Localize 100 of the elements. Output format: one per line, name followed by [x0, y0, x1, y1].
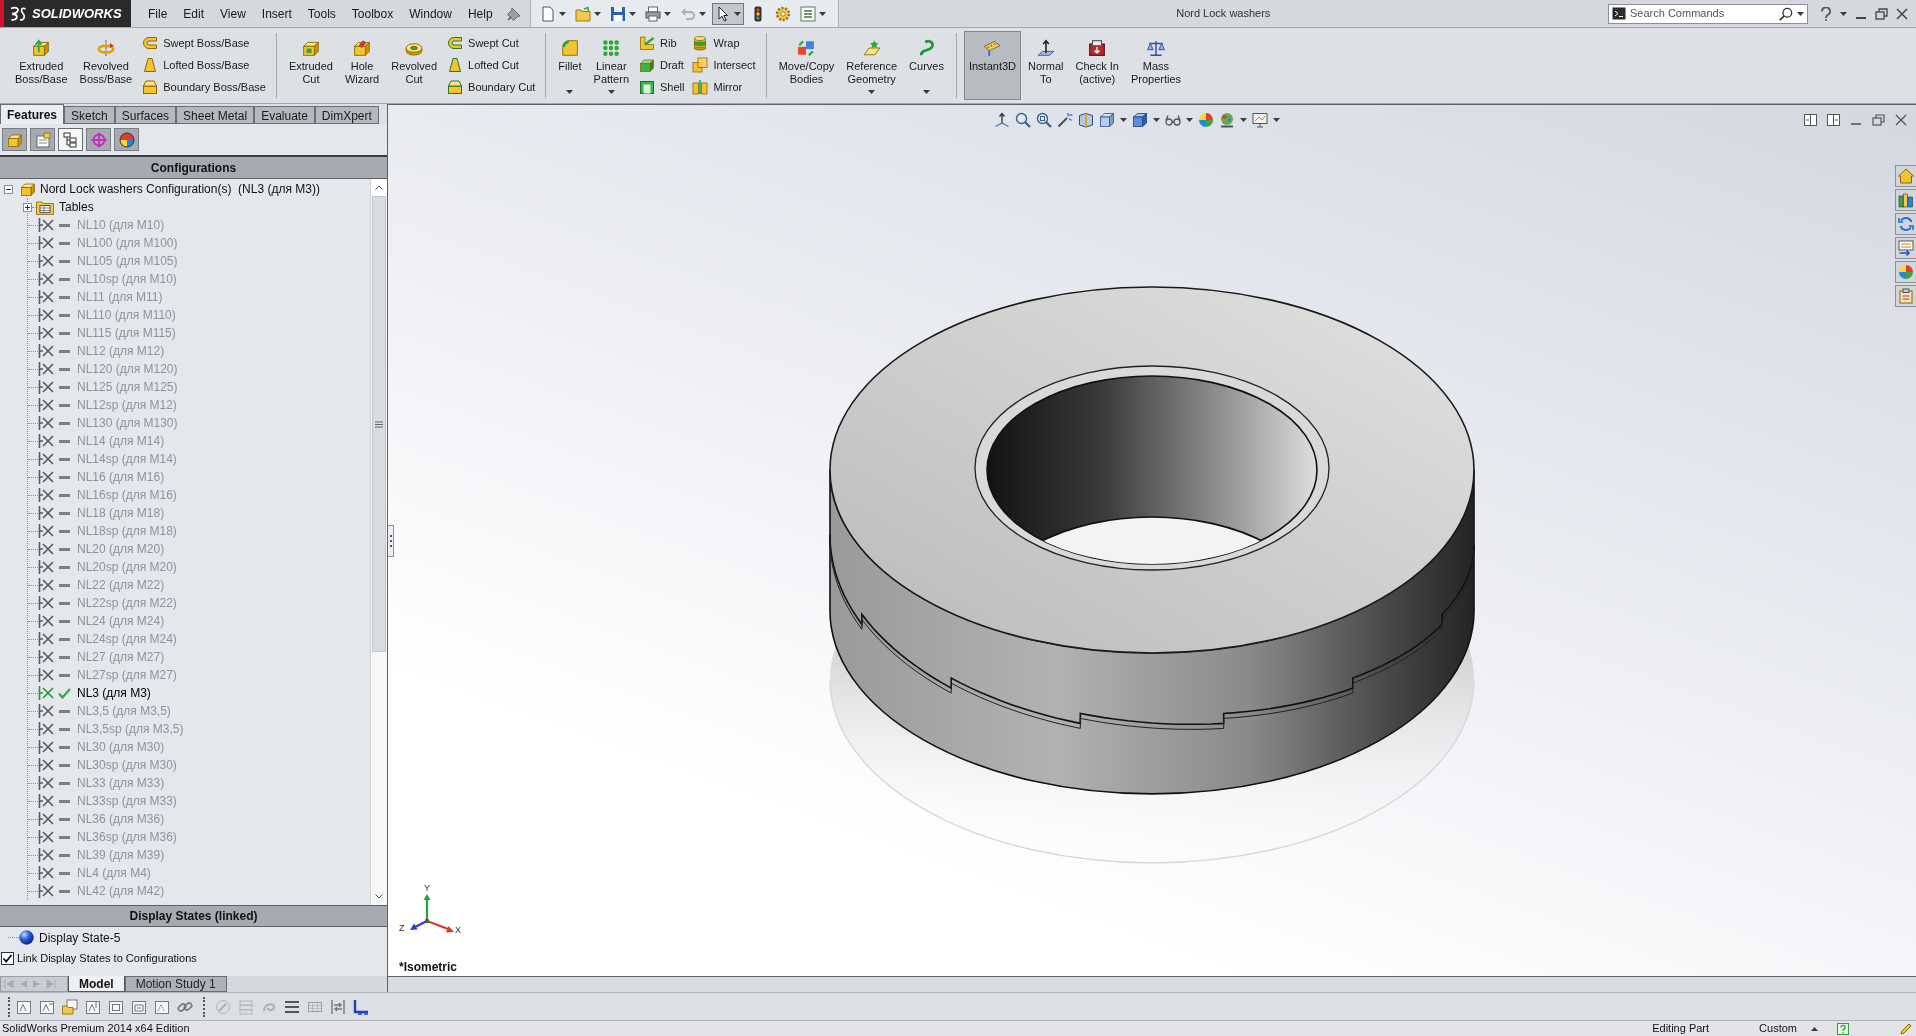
split-box-icon[interactable]	[1078, 112, 1094, 128]
checkbox[interactable]	[1, 952, 14, 965]
glasses-icon[interactable]	[1165, 112, 1181, 128]
ribbon-button[interactable]: Swept Cut	[444, 32, 539, 54]
cube-icon[interactable]	[1099, 112, 1115, 128]
scrollbar-thumb[interactable]	[372, 196, 386, 652]
menu-item[interactable]: Window	[401, 2, 460, 25]
up-arrow-icon[interactable]	[994, 112, 1010, 128]
axis-corner-icon[interactable]	[353, 998, 369, 1015]
tree-item[interactable]: Nord Lock washers Configuration(s) (NL3 (для M3))	[40, 180, 320, 198]
caret-icon[interactable]	[1120, 118, 1127, 122]
display-state-item[interactable]: Display State-5	[39, 928, 121, 947]
caret-icon[interactable]	[1240, 118, 1247, 122]
caret-icon[interactable]	[607, 90, 615, 94]
caret-icon[interactable]	[566, 90, 574, 94]
pin-icon[interactable]	[506, 6, 521, 21]
caret-icon[interactable]	[593, 11, 601, 16]
dot-grid-icon[interactable]	[602, 39, 621, 57]
tree-item[interactable]: Tables	[59, 198, 94, 216]
tab[interactable]: Surfaces	[114, 106, 177, 124]
restore-icon[interactable]	[1875, 7, 1888, 20]
tab[interactable]: Evaluate	[254, 106, 315, 124]
caret-icon[interactable]	[1273, 118, 1280, 122]
curve-icon[interactable]	[917, 39, 936, 57]
caret-icon[interactable]	[1840, 11, 1847, 16]
ribbon-button[interactable]: Check In (active)	[1070, 31, 1124, 100]
printer-icon[interactable]	[644, 5, 661, 22]
scroll-down-icon[interactable]	[375, 894, 383, 899]
frame-icon[interactable]	[16, 998, 32, 1015]
caret-icon[interactable]	[868, 90, 876, 94]
frame-icon[interactable]	[154, 998, 170, 1015]
ribbon-button[interactable]: Reference Geometry	[841, 31, 903, 100]
overlap-blocks-icon[interactable]	[692, 57, 709, 73]
menu-item[interactable]: Toolbox	[343, 2, 402, 25]
tab[interactable]: Motion Study 1	[124, 976, 227, 992]
rounded-block-icon[interactable]	[560, 39, 579, 57]
frame-icon[interactable]	[131, 998, 147, 1015]
ribbon-button[interactable]: Shell	[636, 76, 688, 98]
plus-box-icon[interactable]	[23, 202, 32, 212]
caret-icon[interactable]	[923, 90, 930, 94]
caret-icon[interactable]	[558, 11, 566, 16]
mirror-blocks-icon[interactable]	[692, 79, 709, 95]
search-icon[interactable]	[1779, 6, 1793, 21]
toolbar-button[interactable]	[711, 2, 744, 25]
close-icon[interactable]	[1896, 7, 1908, 20]
scale-icon[interactable]	[1146, 39, 1165, 57]
ribbon-button[interactable]: Lofted Cut	[444, 54, 539, 76]
tree-item[interactable]: NL3 (для M3)	[77, 684, 151, 702]
l-block-icon[interactable]	[639, 35, 655, 51]
ribbon-button[interactable]: Instant3D	[963, 31, 1021, 100]
ribbon-button[interactable]: Fillet	[553, 31, 587, 100]
ribbon-button[interactable]: Extruded Boss/Base	[10, 31, 73, 100]
ribbon-button[interactable]: Revolved Boss/Base	[74, 31, 138, 100]
ribbon-button[interactable]: Swept Boss/Base	[139, 32, 269, 54]
hollow-box-icon[interactable]	[639, 79, 655, 95]
tab[interactable]: Features	[0, 104, 65, 124]
color-ball-icon[interactable]	[1198, 112, 1214, 128]
scroll-up-icon[interactable]	[375, 185, 383, 190]
shaded-cube-icon[interactable]	[1132, 112, 1148, 128]
bracket-arrows-icon[interactable]	[330, 998, 346, 1015]
ribbon-button[interactable]: Curves	[904, 31, 949, 100]
menu-item[interactable]: View	[212, 2, 254, 25]
zoom-icon[interactable]	[1015, 112, 1031, 128]
scroll-bar[interactable]	[370, 179, 387, 905]
tab[interactable]: DimXpert	[314, 106, 379, 124]
hook-block-icon[interactable]	[142, 35, 159, 51]
caret-icon[interactable]	[663, 11, 671, 16]
ribbon-button[interactable]: Boundary Cut	[444, 76, 539, 98]
ribbon-button[interactable]: Wrap	[689, 32, 759, 54]
checkbox-label[interactable]: Link Display States to Configurations	[17, 950, 197, 967]
bell-block-icon[interactable]	[142, 57, 159, 73]
menu-item[interactable]: Help	[459, 2, 501, 25]
block-arrow-icon[interactable]	[32, 39, 51, 57]
ribbon-button[interactable]: Mass Properties	[1125, 31, 1187, 100]
ribbon-button[interactable]: Draft	[636, 54, 688, 76]
bell-block-icon[interactable]	[447, 57, 464, 73]
frame-icon[interactable]	[108, 998, 124, 1015]
ribbon-button[interactable]: Move/Copy Bodies	[773, 31, 840, 100]
ribbon-button[interactable]: Mirror	[689, 76, 759, 98]
box-arrow-icon[interactable]	[1088, 39, 1107, 57]
save-icon[interactable]	[609, 5, 626, 22]
ring-axis-icon[interactable]	[96, 39, 115, 57]
stacked-block-icon[interactable]	[142, 79, 159, 95]
close-icon[interactable]	[1895, 114, 1907, 126]
caret-icon[interactable]	[1186, 118, 1193, 122]
block-drill-icon[interactable]	[353, 39, 372, 57]
tab[interactable]: Sheet Metal	[176, 106, 255, 124]
lines-icon[interactable]	[284, 998, 300, 1015]
ribbon-button[interactable]: Linear Pattern	[588, 31, 634, 100]
cylinder-icon[interactable]	[692, 35, 709, 51]
search-field[interactable]: Search Commands	[1608, 3, 1808, 24]
ribbon-button[interactable]: Normal To	[1023, 31, 1069, 100]
split-view-icon[interactable]	[1827, 114, 1840, 126]
caret-icon[interactable]	[733, 11, 741, 16]
help-icon[interactable]	[1837, 1022, 1849, 1035]
tab[interactable]: Sketch	[64, 106, 115, 124]
hook-block-icon[interactable]	[447, 35, 464, 51]
ribbon-button[interactable]: Revolved Cut	[386, 31, 443, 100]
resize-handle[interactable]	[388, 525, 394, 557]
menu-item[interactable]: Insert	[253, 2, 300, 25]
